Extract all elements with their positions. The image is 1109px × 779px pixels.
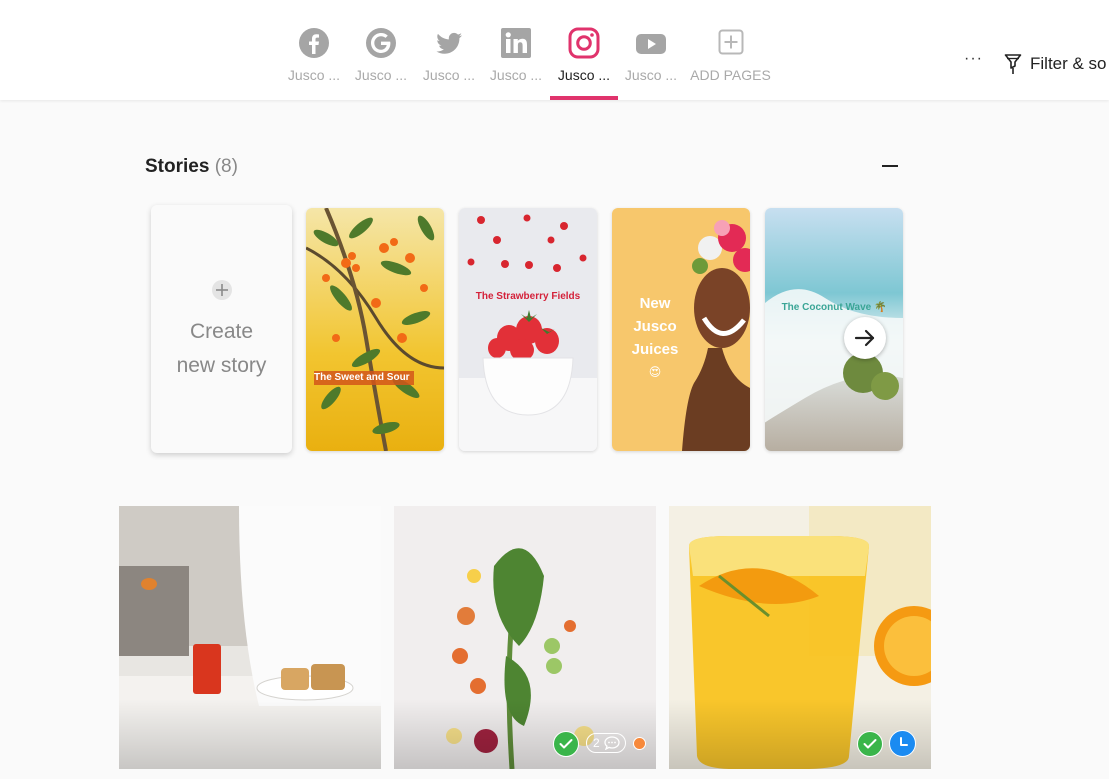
tab-google[interactable]: Jusco ...: [347, 0, 415, 100]
comment-bubble-icon: [604, 736, 620, 750]
tab-add-pages[interactable]: ADD PAGES: [688, 0, 773, 100]
tab-youtube[interactable]: Jusco ...: [617, 0, 685, 100]
tab-instagram[interactable]: Jusco ...: [550, 0, 618, 100]
facebook-icon: [299, 28, 329, 58]
twitter-icon: [436, 32, 462, 54]
create-story-line2: new story: [176, 354, 267, 377]
plus-circle-icon: [212, 280, 232, 300]
tab-linkedin[interactable]: Jusco ...: [482, 0, 550, 100]
story-image-strawberries: [459, 208, 597, 451]
story-caption-line2: Jusco: [633, 318, 677, 335]
post-card[interactable]: 2: [394, 506, 656, 769]
tab-facebook[interactable]: Jusco ...: [280, 0, 348, 100]
comments-badge[interactable]: 2: [586, 733, 626, 753]
post-card[interactable]: [119, 506, 381, 769]
filter-icon: [1004, 54, 1022, 74]
tab-label: Jusco ...: [287, 67, 341, 83]
story-caption-line3: Juices: [631, 341, 679, 358]
approved-badge: [553, 731, 579, 757]
active-tab-indicator: [550, 96, 618, 100]
check-icon: [863, 739, 877, 749]
post-card[interactable]: [669, 506, 931, 769]
tab-label: Jusco ...: [422, 67, 476, 83]
clock-icon: [900, 737, 908, 746]
scheduled-badge: [889, 730, 916, 757]
youtube-icon: [636, 34, 666, 54]
story-caption: The Coconut Wave 🌴: [781, 302, 887, 313]
story-image-orange-tree: [306, 208, 444, 451]
pending-status-dot: [633, 737, 646, 750]
arrow-right-icon: [854, 329, 875, 347]
tab-twitter[interactable]: Jusco ...: [415, 0, 483, 100]
stories-title: Stories: [145, 156, 210, 177]
stories-next-button[interactable]: [844, 317, 886, 359]
filter-sort-label: Filter & so: [1030, 54, 1107, 73]
linkedin-icon: [501, 28, 531, 58]
comment-count: 2: [593, 736, 600, 750]
check-icon: [559, 739, 573, 749]
story-card-sweet-sour[interactable]: The Sweet and Sour: [306, 208, 444, 451]
more-options-button[interactable]: ···: [964, 50, 983, 68]
google-icon: [366, 28, 396, 58]
story-caption: The Sweet and Sour: [314, 372, 410, 383]
story-caption-line1: New: [639, 295, 671, 312]
story-caption-block: New Jusco Juices 😍: [612, 292, 698, 384]
story-card-strawberry-fields[interactable]: The Strawberry Fields: [459, 208, 597, 451]
tab-label: Jusco ...: [624, 67, 678, 83]
post-shade: [119, 699, 381, 769]
create-story-line1: Create: [189, 320, 254, 343]
filter-sort-button[interactable]: Filter & so: [1004, 52, 1107, 76]
plus-square-icon: [718, 29, 743, 55]
create-story-text: Create new story: [151, 315, 292, 383]
heart-eyes-emoji: 😍: [648, 365, 662, 379]
top-bar: Jusco ... Jusco ... Jusco ... Jusco ... …: [0, 0, 1109, 100]
collapse-stories-button[interactable]: [880, 158, 900, 174]
story-card-new-jusco-juices[interactable]: New Jusco Juices 😍: [612, 208, 750, 451]
tab-label: Jusco ...: [489, 67, 543, 83]
tab-label: Jusco ...: [557, 67, 611, 83]
tab-label: ADD PAGES: [690, 67, 771, 83]
stories-count: (8): [214, 156, 238, 177]
tab-label: Jusco ...: [354, 67, 408, 83]
approved-badge: [857, 731, 883, 757]
stories-heading: Stories (8): [145, 156, 238, 178]
instagram-icon: [568, 27, 600, 59]
create-story-card[interactable]: Create new story: [151, 205, 292, 453]
story-caption: The Strawberry Fields: [475, 291, 581, 302]
